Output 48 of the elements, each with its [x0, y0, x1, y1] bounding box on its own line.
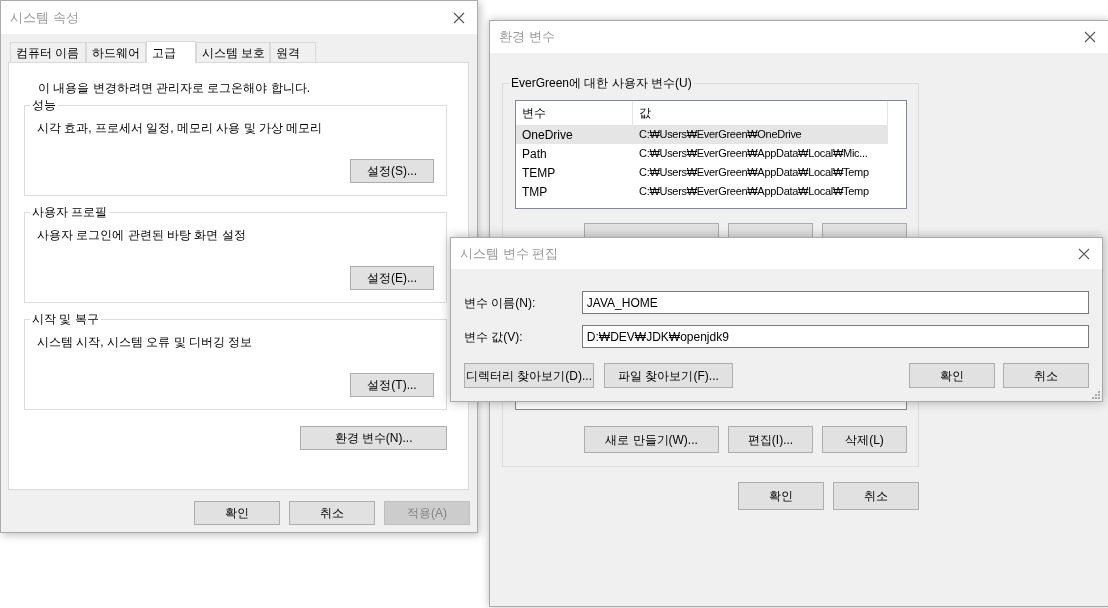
- tab[interactable]: 컴퓨터 이름: [10, 42, 86, 62]
- tab[interactable]: 시스템 보호: [196, 42, 270, 62]
- variable-value: C:₩Users₩EverGreen₩OneDrive: [638, 127, 803, 143]
- button[interactable]: 편집(I)...: [728, 426, 813, 453]
- button[interactable]: 취소: [289, 501, 375, 525]
- button[interactable]: 확인: [194, 501, 280, 525]
- tab[interactable]: 원격: [270, 42, 316, 62]
- group-title: 성능: [30, 97, 58, 113]
- notice-text: 이 내용을 변경하려면 관리자로 로그온해야 합니다.: [37, 80, 311, 95]
- close-icon[interactable]: [453, 11, 465, 24]
- resize-grip-icon[interactable]: [1092, 391, 1100, 399]
- window-title: 환경 변수: [499, 28, 555, 47]
- description-text: 시스템 시작, 시스템 오류 및 디버깅 정보: [37, 334, 254, 351]
- variable-name: OneDrive: [521, 126, 574, 144]
- close-icon[interactable]: [1078, 247, 1090, 260]
- button[interactable]: 삭제(L): [822, 426, 907, 453]
- field-label: 변수 이름(N):: [464, 294, 537, 312]
- button[interactable]: 파일 찾아보기(F)...: [604, 363, 733, 388]
- field-label: 변수 값(V):: [464, 328, 524, 346]
- group-title: EverGreen에 대한 사용자 변수(U): [509, 75, 694, 91]
- button[interactable]: 설정(T)...: [350, 373, 434, 397]
- button[interactable]: 설정(S)...: [350, 159, 434, 183]
- close-icon[interactable]: [1084, 31, 1096, 43]
- window-title: 시스템 속성: [10, 8, 79, 27]
- variable-name: Path: [521, 145, 548, 163]
- button[interactable]: 확인: [909, 363, 995, 388]
- variable-name: TMP: [521, 183, 549, 201]
- variable-value: C:₩Users₩EverGreen₩AppData₩Local₩Temp: [638, 165, 870, 181]
- variable-value: C:₩Users₩EverGreen₩AppData₩Local₩Mic...: [638, 146, 869, 162]
- button[interactable]: 새로 만들기(W)...: [584, 426, 719, 453]
- description-text: 시각 효과, 프로세서 일정, 메모리 사용 및 가상 메모리: [37, 120, 324, 137]
- description-text: 사용자 로그인에 관련된 바탕 화면 설정: [37, 227, 247, 244]
- input-field[interactable]: JAVA_HOME: [581, 291, 1089, 314]
- variable-value: C:₩Users₩EverGreen₩AppData₩Local₩Temp: [638, 184, 870, 200]
- button[interactable]: 디렉터리 찾아보기(D)...: [464, 363, 594, 388]
- button[interactable]: 취소: [1003, 363, 1089, 388]
- input-field[interactable]: D:₩DEV₩JDK₩openjdk9: [581, 325, 1089, 348]
- button[interactable]: 설정(E)...: [350, 266, 434, 290]
- button[interactable]: 취소: [833, 482, 919, 510]
- button[interactable]: 환경 변수(N)...: [300, 426, 447, 450]
- tab[interactable]: 하드웨어: [86, 42, 146, 62]
- variable-name: TEMP: [521, 164, 557, 182]
- list-row[interactable]: OneDrive C:₩Users₩EverGreen₩OneDrive: [516, 125, 888, 144]
- button[interactable]: 확인: [738, 482, 824, 510]
- group-title: 사용자 프로필: [30, 204, 110, 220]
- tab[interactable]: 고급: [146, 41, 196, 63]
- window-title: 시스템 변수 편집: [460, 244, 559, 263]
- group-title: 시작 및 복구: [30, 311, 101, 327]
